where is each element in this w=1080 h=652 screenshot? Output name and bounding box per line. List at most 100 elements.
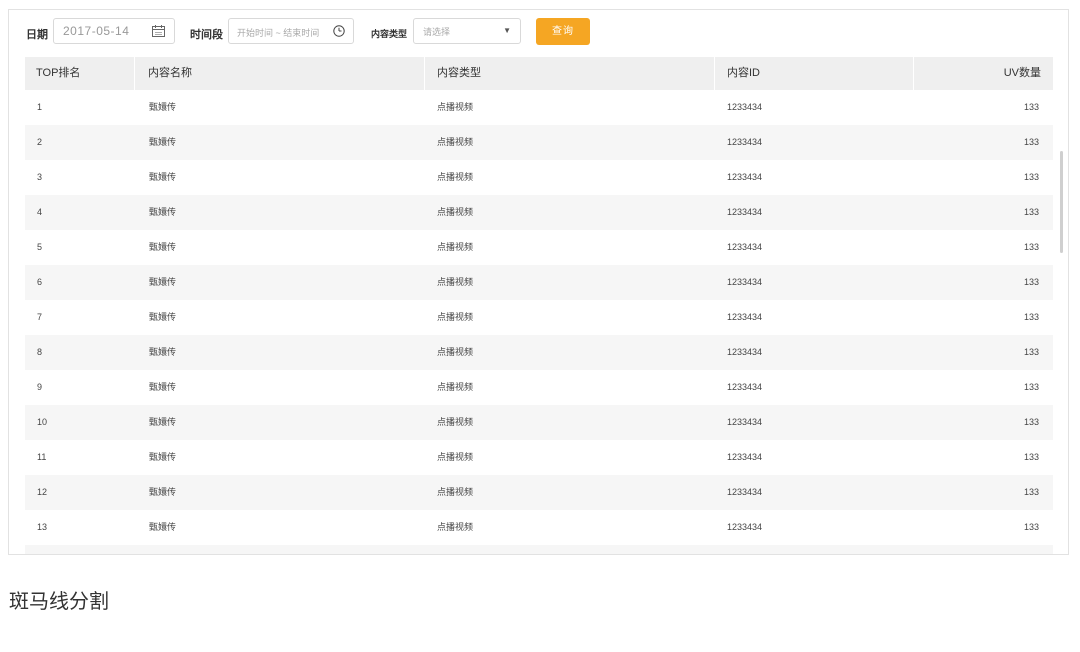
table-header: TOP排名 内容名称 内容类型 内容ID UV数量 [25, 57, 1053, 90]
cell-uv: 133 [1023, 382, 1039, 392]
content-type-placeholder: 请选择 [423, 27, 451, 37]
time-range-placeholder: 开始时间 ~ 结束时间 [237, 28, 320, 38]
content-type-label: 内容类型 [371, 29, 408, 39]
cell-id: 1233434 [727, 522, 763, 532]
caption: 斑马线分割 [9, 589, 109, 613]
cell-id: 1233434 [727, 347, 763, 357]
column-header-uv[interactable]: UV数量 [1004, 57, 1041, 90]
cell-id: 1233434 [727, 207, 763, 217]
column-divider [913, 57, 914, 90]
cell-rank: 5 [37, 242, 43, 252]
table-row[interactable]: 11 甄嬛传 点播视频 1233434 133 [25, 440, 1053, 475]
cell-uv: 133 [1023, 312, 1039, 322]
cell-type: 点播视频 [437, 382, 474, 392]
column-header-name[interactable]: 内容名称 [148, 57, 192, 90]
cell-id: 1233434 [727, 137, 763, 147]
cell-name: 甄嬛传 [149, 312, 177, 322]
cell-name: 甄嬛传 [149, 172, 177, 182]
cell-name: 甄嬛传 [149, 102, 177, 112]
cell-name: 甄嬛传 [149, 452, 177, 462]
cell-rank: 7 [37, 312, 43, 322]
cell-name: 甄嬛传 [149, 277, 177, 287]
filter-toolbar: 日期 2017-05-14 时间段 开始时间 ~ 结束时间 内容类型 请选择 ▼… [9, 10, 1068, 56]
cell-id: 1233434 [727, 277, 763, 287]
cell-name: 甄嬛传 [149, 347, 177, 357]
table-row[interactable]: 7 甄嬛传 点播视频 1233434 133 [25, 300, 1053, 335]
cell-rank: 6 [37, 277, 43, 287]
cell-name: 甄嬛传 [149, 207, 177, 217]
cell-name: 甄嬛传 [149, 137, 177, 147]
cell-type: 点播视频 [437, 242, 474, 252]
table-row-partial [25, 545, 1053, 554]
table-row[interactable]: 4 甄嬛传 点播视频 1233434 133 [25, 195, 1053, 230]
query-button[interactable]: 查询 [536, 18, 590, 45]
table-row[interactable]: 6 甄嬛传 点播视频 1233434 133 [25, 265, 1053, 300]
column-header-type[interactable]: 内容类型 [437, 57, 481, 90]
cell-type: 点播视频 [437, 277, 474, 287]
column-divider [424, 57, 425, 90]
table-row[interactable]: 3 甄嬛传 点播视频 1233434 133 [25, 160, 1053, 195]
table-row[interactable]: 12 甄嬛传 点播视频 1233434 133 [25, 475, 1053, 510]
cell-rank: 11 [37, 452, 47, 462]
cell-name: 甄嬛传 [149, 242, 177, 252]
date-label: 日期 [26, 29, 48, 41]
cell-rank: 12 [37, 487, 48, 497]
table-row[interactable]: 5 甄嬛传 点播视频 1233434 133 [25, 230, 1053, 265]
table-row[interactable]: 1 甄嬛传 点播视频 1233434 133 [25, 90, 1053, 125]
cell-rank: 2 [37, 137, 43, 147]
cell-name: 甄嬛传 [149, 417, 177, 427]
cell-type: 点播视频 [437, 347, 474, 357]
vertical-scrollbar[interactable] [1060, 151, 1063, 253]
cell-name: 甄嬛传 [149, 487, 177, 497]
cell-type: 点播视频 [437, 207, 474, 217]
time-range-picker[interactable]: 开始时间 ~ 结束时间 [228, 18, 354, 44]
cell-rank: 8 [37, 347, 43, 357]
cell-rank: 13 [37, 522, 48, 532]
cell-type: 点播视频 [437, 522, 474, 532]
column-divider [714, 57, 715, 90]
content-type-select[interactable]: 请选择 ▼ [413, 18, 521, 44]
cell-type: 点播视频 [437, 137, 474, 147]
time-range-label: 时间段 [190, 29, 223, 41]
cell-rank: 4 [37, 207, 43, 217]
cell-uv: 133 [1023, 417, 1039, 427]
cell-id: 1233434 [727, 172, 763, 182]
table-panel: 日期 2017-05-14 时间段 开始时间 ~ 结束时间 内容类型 请选择 ▼… [8, 9, 1069, 555]
cell-id: 1233434 [727, 487, 763, 497]
clock-icon [333, 25, 345, 37]
cell-uv: 133 [1023, 452, 1039, 462]
table-row[interactable]: 9 甄嬛传 点播视频 1233434 133 [25, 370, 1053, 405]
cell-id: 1233434 [727, 312, 763, 322]
cell-uv: 133 [1023, 207, 1039, 217]
cell-type: 点播视频 [437, 417, 474, 427]
table-row[interactable]: 13 甄嬛传 点播视频 1233434 133 [25, 510, 1053, 545]
cell-rank: 9 [37, 382, 43, 392]
cell-id: 1233434 [727, 417, 763, 427]
cell-uv: 133 [1023, 172, 1039, 182]
cell-uv: 133 [1023, 242, 1039, 252]
cell-name: 甄嬛传 [149, 382, 177, 392]
table-row[interactable]: 2 甄嬛传 点播视频 1233434 133 [25, 125, 1053, 160]
table-body: 1 甄嬛传 点播视频 1233434 133 2 甄嬛传 点播视频 1233434 133 3 甄嬛传… [25, 90, 1053, 554]
table-row[interactable]: 10 甄嬛传 点播视频 1233434 133 [25, 405, 1053, 440]
cell-uv: 133 [1023, 522, 1039, 532]
date-value: 2017-05-14 [63, 24, 130, 38]
cell-uv: 133 [1023, 277, 1039, 287]
cell-rank: 3 [37, 172, 43, 182]
cell-name: 甄嬛传 [149, 522, 177, 532]
cell-rank: 10 [37, 417, 48, 427]
cell-type: 点播视频 [437, 312, 474, 322]
column-divider [134, 57, 135, 90]
cell-uv: 133 [1023, 347, 1039, 357]
calendar-icon [152, 25, 165, 37]
column-header-rank[interactable]: TOP排名 [36, 57, 80, 90]
cell-uv: 133 [1023, 102, 1039, 112]
cell-type: 点播视频 [437, 452, 474, 462]
cell-id: 1233434 [727, 382, 763, 392]
column-header-id[interactable]: 内容ID [727, 57, 760, 90]
table-row[interactable]: 8 甄嬛传 点播视频 1233434 133 [25, 335, 1053, 370]
cell-id: 1233434 [727, 242, 763, 252]
cell-rank: 1 [37, 102, 43, 112]
cell-id: 1233434 [727, 452, 763, 462]
date-picker[interactable]: 2017-05-14 [53, 18, 175, 44]
